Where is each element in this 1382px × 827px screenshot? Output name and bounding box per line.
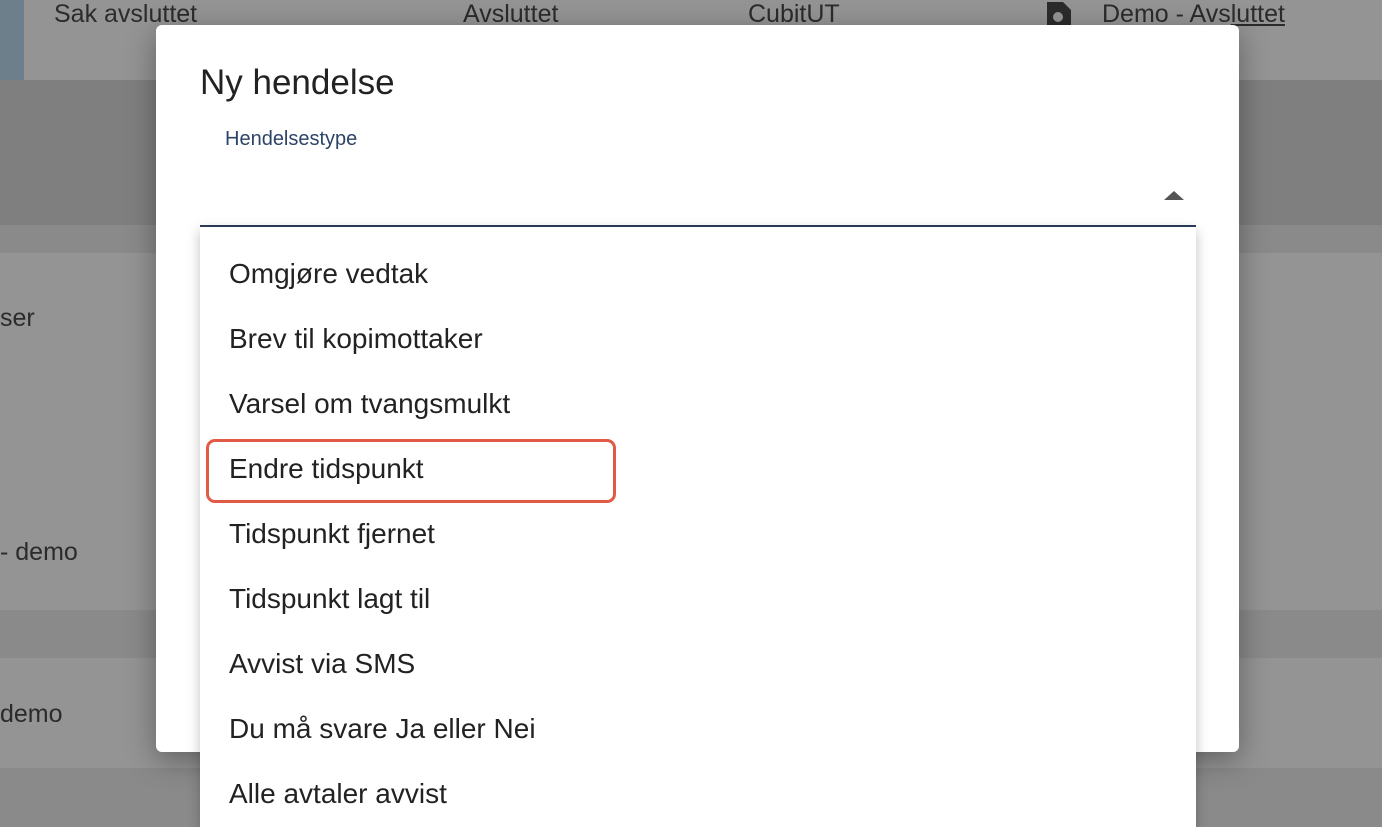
bg-fragment-2: - demo [0,538,78,566]
option-label: Avvist via SMS [229,647,416,679]
option-label: Tidspunkt lagt til [229,582,431,614]
caret-up-icon[interactable] [1164,191,1184,200]
option-alle-avtaler-avvist[interactable]: Alle avtaler avvist [200,761,1196,826]
option-endre-tidspunkt[interactable]: Endre tidspunkt [200,436,1196,501]
bg-cell-case-link[interactable]: luttet [1231,0,1285,28]
option-avvist-via-sms[interactable]: Avvist via SMS [200,631,1196,696]
option-label: Tidspunkt fjernet [229,517,435,549]
option-tidspunkt-lagt-til[interactable]: Tidspunkt lagt til [200,566,1196,631]
option-label: Brev til kopimottaker [229,322,483,354]
option-label: Endre tidspunkt [229,452,424,484]
option-label: Omgjøre vedtak [229,257,429,289]
dialog-title: Ny hendelse [200,63,395,102]
option-label: Varsel om tvangsmulkt [229,387,511,419]
bg-sidebar-stripe [0,0,24,80]
option-label: Alle avtaler avvist [229,777,447,809]
event-type-dropdown: Omgjøre vedtak Brev til kopimottaker Var… [200,227,1196,827]
bg-fragment-1: ser [0,304,35,332]
bg-cell-case-prefix: Demo - Avs [1102,0,1231,28]
option-tidspunkt-fjernet[interactable]: Tidspunkt fjernet [200,501,1196,566]
option-varsel-om-tvangsmulkt[interactable]: Varsel om tvangsmulkt [200,371,1196,436]
option-du-ma-svare-ja-eller-nei[interactable]: Du må svare Ja eller Nei [200,696,1196,761]
event-type-label: Hendelsestype [225,128,358,150]
option-brev-til-kopimottaker[interactable]: Brev til kopimottaker [200,306,1196,371]
event-type-select[interactable] [200,155,1196,227]
option-omgjore-vedtak[interactable]: Omgjøre vedtak [200,241,1196,306]
option-label: Du må svare Ja eller Nei [229,712,536,744]
bg-fragment-3: demo [0,700,63,728]
